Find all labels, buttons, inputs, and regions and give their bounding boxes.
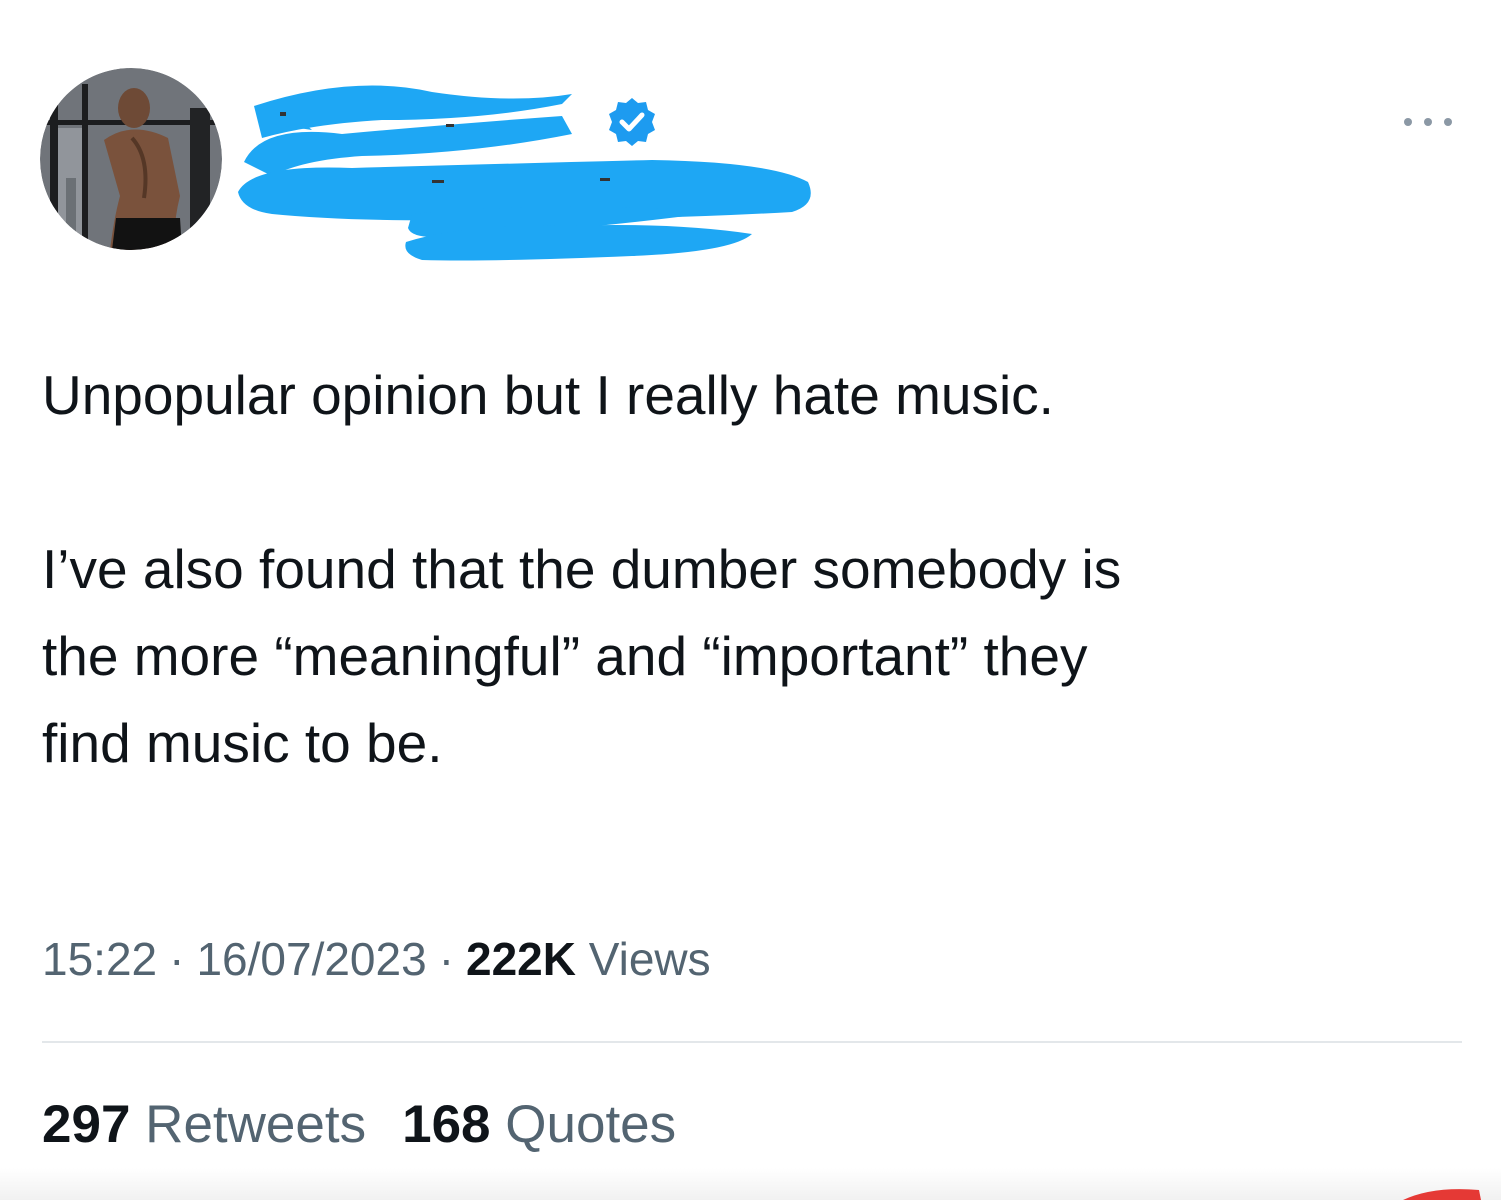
- bottom-edge: [0, 1168, 1501, 1200]
- retweets-stat[interactable]: 297 Retweets: [42, 1090, 366, 1160]
- tweet-time[interactable]: 15:22: [42, 933, 157, 985]
- author-avatar[interactable]: [40, 68, 222, 250]
- tweet-date[interactable]: 16/07/2023: [196, 933, 426, 985]
- more-options-icon: [1404, 118, 1452, 126]
- tweet-stats: 297 Retweets 168 Quotes: [42, 1090, 712, 1160]
- meta-separator: ·: [438, 933, 455, 985]
- more-options-button[interactable]: [1396, 104, 1460, 140]
- views-count: 222K: [466, 933, 576, 985]
- views-label: Views: [588, 933, 711, 985]
- profile-avatar-icon: [40, 68, 222, 250]
- retweets-label: Retweets: [145, 1095, 367, 1154]
- tweet-paragraph: I’ve also found that the dumber somebody…: [42, 538, 1122, 774]
- tweet-meta: 15:22 · 16/07/2023 · 222K Views: [42, 924, 711, 994]
- red-mark-icon: [1403, 1189, 1481, 1200]
- name-redaction-scribble: [238, 85, 811, 261]
- tweet-card: Unpopular opinion but I really hate musi…: [0, 0, 1501, 1200]
- divider: [42, 1041, 1462, 1043]
- tweet-paragraph: Unpopular opinion but I really hate musi…: [42, 364, 1054, 426]
- tweet-text: Unpopular opinion but I really hate musi…: [42, 352, 1462, 787]
- verified-badge-icon: [609, 98, 655, 146]
- quotes-stat[interactable]: 168 Quotes: [402, 1090, 676, 1160]
- quotes-label: Quotes: [505, 1095, 677, 1154]
- retweets-count: 297: [42, 1095, 131, 1154]
- meta-separator: ·: [169, 933, 185, 985]
- quotes-count: 168: [402, 1095, 491, 1154]
